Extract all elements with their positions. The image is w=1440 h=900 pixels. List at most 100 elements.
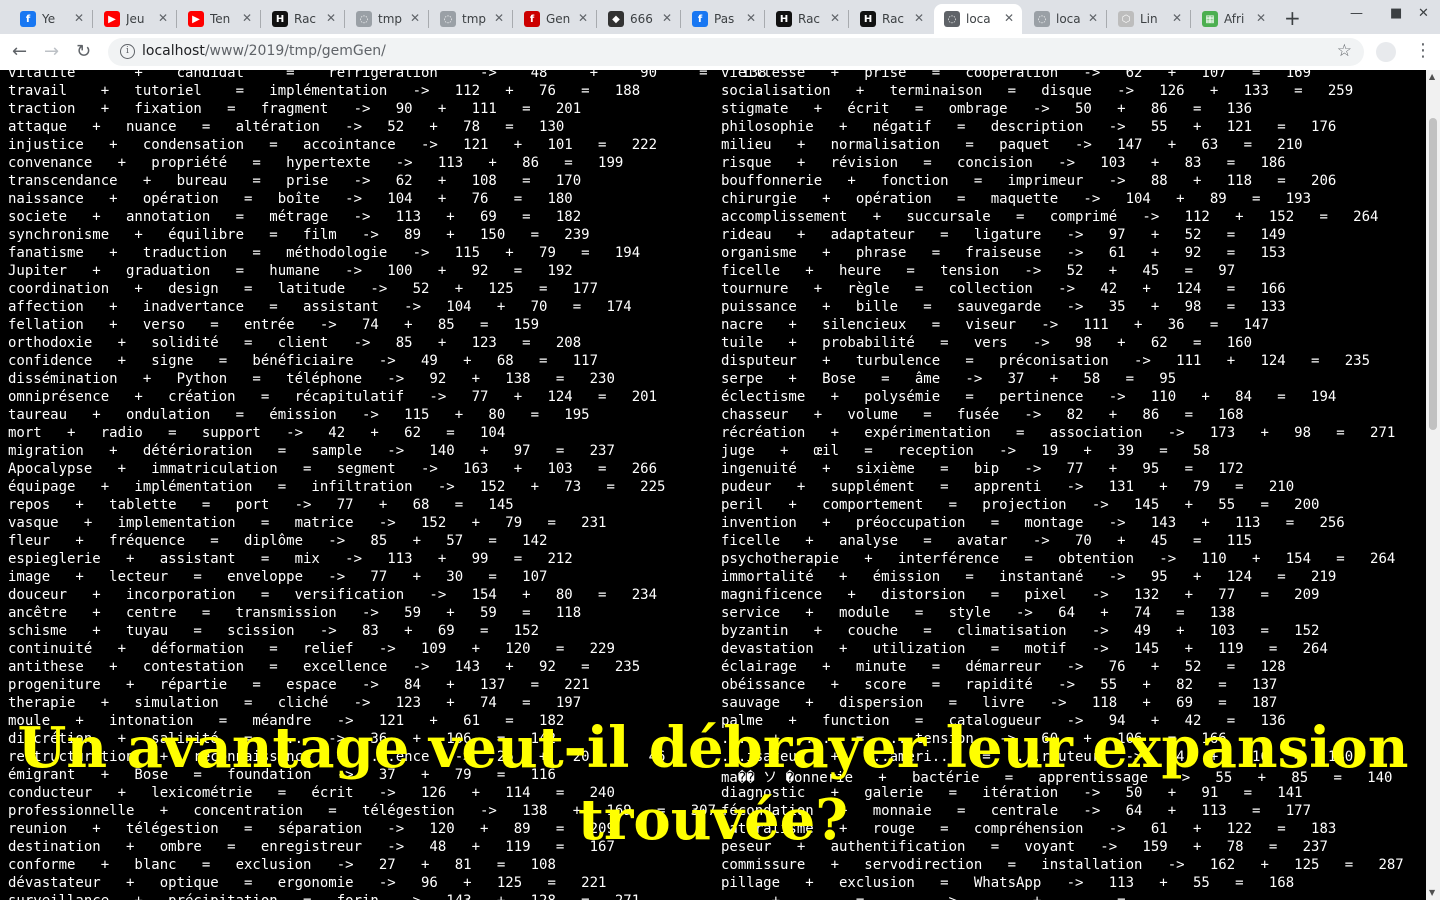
browser-tab[interactable]: ◌ loca ✕ bbox=[1024, 4, 1106, 34]
equation-text: vasque + implementation = matrice -> 152… bbox=[8, 515, 607, 531]
close-tab-icon[interactable]: ✕ bbox=[242, 11, 252, 25]
equation-text: pillage + exclusion = WhatsApp -> 113 + … bbox=[721, 875, 1295, 891]
scroll-down-icon[interactable]: ▼ bbox=[1429, 888, 1435, 897]
equation-text: obéissance + score = rapidité -> 55 + 82… bbox=[721, 677, 1278, 693]
maximize-button[interactable]: ■ bbox=[1390, 6, 1402, 21]
equation-text: sauvage + dispersion = livre -> 118 + 69… bbox=[721, 695, 1278, 711]
close-tab-icon[interactable]: ✕ bbox=[1172, 11, 1182, 25]
browser-menu-icon[interactable]: ⋮ bbox=[1414, 40, 1432, 61]
equation-text: récréation + expérimentation = associati… bbox=[721, 425, 1396, 441]
tab-separator bbox=[344, 10, 345, 28]
scroll-up-icon[interactable]: ▲ bbox=[1429, 72, 1435, 81]
equation-text: synchronisme + équilibre = film -> 89 + … bbox=[8, 227, 590, 243]
equation-text: risque + révision = concision -> 103 + 8… bbox=[721, 155, 1286, 171]
close-tab-icon[interactable]: ✕ bbox=[662, 11, 672, 25]
close-tab-icon[interactable]: ✕ bbox=[1088, 11, 1098, 25]
close-tab-icon[interactable]: ✕ bbox=[410, 11, 420, 25]
equation-text: douceur + incorporation = versification … bbox=[8, 587, 658, 603]
close-tab-icon[interactable]: ✕ bbox=[1004, 11, 1014, 25]
equation-text: image + lecteur = enveloppe -> 77 + 30 =… bbox=[8, 569, 548, 585]
close-tab-icon[interactable]: ✕ bbox=[158, 11, 168, 25]
equation-text: schisme + tuyau = scission -> 83 + 69 = … bbox=[8, 623, 540, 639]
browser-tab[interactable]: ◆ 666 ✕ bbox=[598, 4, 680, 34]
equation-text: ancêtre + centre = transmission -> 59 + … bbox=[8, 605, 582, 621]
close-window-button[interactable]: ✕ bbox=[1418, 6, 1429, 21]
overlay-question: Un avantage veut-il débrayer leur expans… bbox=[0, 712, 1426, 856]
browser-tab[interactable]: ◌ tmp ✕ bbox=[346, 4, 428, 34]
equation-text: ingenuité + sixième = bip -> 77 + 95 = 1… bbox=[721, 461, 1244, 477]
browser-tab[interactable]: f Pas ✕ bbox=[682, 4, 764, 34]
close-tab-icon[interactable]: ✕ bbox=[1256, 11, 1266, 25]
equation-text: accomplissement + succursale = comprimé … bbox=[721, 209, 1379, 225]
equation-text: attaque + nuance = altération -> 52 + 78… bbox=[8, 119, 565, 135]
tab-separator bbox=[848, 10, 849, 28]
browser-tab[interactable]: ◌ tmp ✕ bbox=[430, 4, 512, 34]
hexagon-icon: ⬡ bbox=[1118, 11, 1134, 27]
minimize-button[interactable]: — bbox=[1350, 6, 1363, 21]
tab-title: tmp bbox=[378, 12, 402, 26]
browser-tab[interactable]: H Rac ✕ bbox=[262, 4, 344, 34]
close-tab-icon[interactable]: ✕ bbox=[830, 11, 840, 25]
back-arrow-icon[interactable]: ← bbox=[12, 41, 27, 62]
equation-text: conforme + blanc = exclusion -> 27 + 81 … bbox=[8, 857, 556, 873]
equation-text: naissance + opération = boîte -> 104 + 7… bbox=[8, 191, 573, 207]
tab-title: Lin bbox=[1140, 12, 1158, 26]
equation-text: confidence + signe = bénéficiaire -> 49 … bbox=[8, 353, 599, 369]
browser-tab[interactable]: H Rac ✕ bbox=[850, 4, 932, 34]
overlay-line-2: trouvée? bbox=[577, 787, 849, 853]
forward-arrow-icon[interactable]: → bbox=[44, 41, 59, 62]
tab-title: Gen bbox=[546, 12, 570, 26]
equation-text: traction + fixation = fragment -> 90 + 1… bbox=[8, 101, 582, 117]
close-tab-icon[interactable]: ✕ bbox=[326, 11, 336, 25]
bookmark-star-icon[interactable]: ☆ bbox=[1337, 41, 1352, 61]
close-tab-icon[interactable]: ✕ bbox=[914, 11, 924, 25]
globe-icon: ◌ bbox=[356, 11, 372, 27]
equation-text: repos + tablette = port -> 77 + 68 = 145 bbox=[8, 497, 514, 513]
profile-avatar[interactable] bbox=[1376, 42, 1396, 62]
equation-text: ficelle + analyse = avatar -> 70 + 45 = … bbox=[721, 533, 1253, 549]
equation-text: socialisation + terminaison = disque -> … bbox=[721, 83, 1354, 99]
equation-text: milieu + normalisation = paquet -> 147 +… bbox=[721, 137, 1303, 153]
equation-text: ficelle + heure = tension -> 52 + 45 = 9… bbox=[721, 263, 1236, 279]
tab-separator bbox=[1106, 10, 1107, 28]
globe-icon: ◌ bbox=[440, 11, 456, 27]
tab-title: tmp bbox=[462, 12, 486, 26]
equation-text: disputeur + turbulence = préconisation -… bbox=[721, 353, 1371, 369]
tab-separator bbox=[512, 10, 513, 28]
browser-tab[interactable]: f Ye ✕ bbox=[10, 4, 92, 34]
tab-separator bbox=[92, 10, 93, 28]
url-text[interactable]: localhost/www/2019/tmp/gemGen/ bbox=[142, 43, 386, 59]
dictionary-icon: H bbox=[860, 11, 876, 27]
browser-tab[interactable]: ◌ loca ✕ bbox=[934, 4, 1022, 34]
equation-text: antithese + contestation = excellence ->… bbox=[8, 659, 641, 675]
tab-title: Rac bbox=[294, 12, 317, 26]
equation-text: immortalité + émission = instantané -> 9… bbox=[721, 569, 1337, 585]
equation-text: serpe + Bose = âme -> 37 + 58 = 95 bbox=[721, 371, 1177, 387]
equation-text: devastation + utilization = motif -> 145… bbox=[721, 641, 1328, 657]
tab-title: loca bbox=[966, 12, 990, 26]
close-tab-icon[interactable]: ✕ bbox=[74, 11, 84, 25]
equation-text: societe + annotation = métrage -> 113 + … bbox=[8, 209, 582, 225]
close-tab-icon[interactable]: ✕ bbox=[578, 11, 588, 25]
close-tab-icon[interactable]: ✕ bbox=[494, 11, 504, 25]
tab-separator bbox=[428, 10, 429, 28]
tab-title: Ten bbox=[210, 12, 231, 26]
equation-text: dévastateur + optique = ergonomie -> 96 … bbox=[8, 875, 607, 891]
scrollbar[interactable]: ▲ ▼ bbox=[1426, 70, 1440, 900]
reload-icon[interactable]: ↻ bbox=[76, 41, 91, 62]
browser-tab[interactable]: f Gen ✕ bbox=[514, 4, 596, 34]
equation-text: vieillesse + prise = cooperation -> 62 +… bbox=[721, 70, 1312, 81]
address-bar[interactable]: i localhost/www/2019/tmp/gemGen/ ☆ bbox=[108, 38, 1364, 66]
browser-tab[interactable]: H Rac ✕ bbox=[766, 4, 848, 34]
browser-tab[interactable]: ▶ Jeu ✕ bbox=[94, 4, 176, 34]
browser-tab[interactable]: ⬡ Lin ✕ bbox=[1108, 4, 1190, 34]
new-tab-button[interactable]: + bbox=[1284, 6, 1301, 30]
tab-title: Ye bbox=[42, 12, 56, 26]
close-tab-icon[interactable]: ✕ bbox=[746, 11, 756, 25]
browser-tab[interactable]: ▶ Ten ✕ bbox=[178, 4, 260, 34]
tab-strip: + — ■ ✕ f Ye ✕ ▶ Jeu ✕ ▶ Ten ✕ H Rac ✕ ◌ tmp ✕ ◌ tmp ✕ f Ge… bbox=[0, 0, 1440, 34]
browser-tab[interactable]: ▦ Afri ✕ bbox=[1192, 4, 1274, 34]
scrollbar-thumb[interactable] bbox=[1429, 118, 1437, 430]
site-info-icon[interactable]: i bbox=[120, 44, 135, 59]
equation-text: taureau + ondulation = émission -> 115 +… bbox=[8, 407, 590, 423]
